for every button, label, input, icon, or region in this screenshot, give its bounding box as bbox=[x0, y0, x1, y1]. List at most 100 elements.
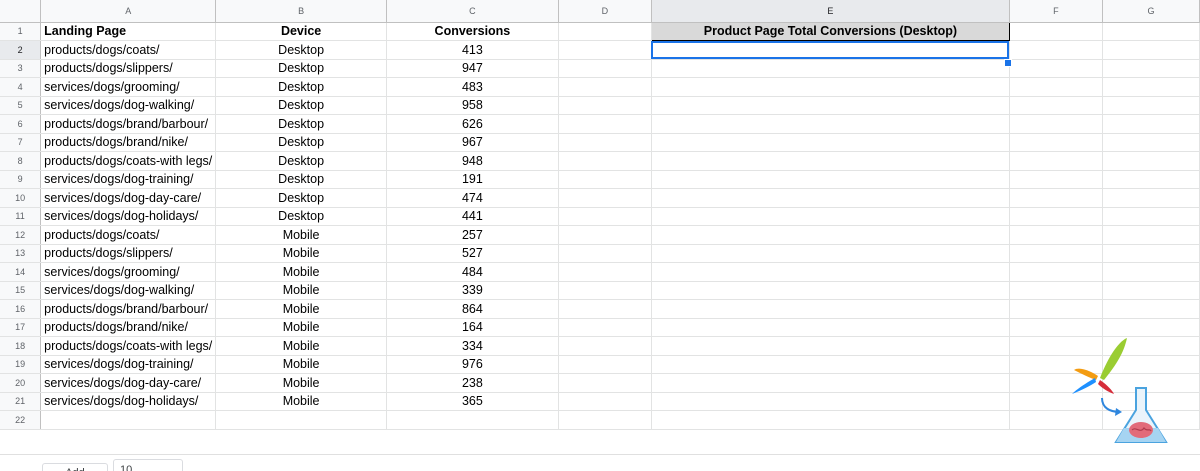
empty-cell[interactable] bbox=[651, 77, 1010, 97]
active-cell-e2[interactable] bbox=[651, 40, 1010, 60]
row-header[interactable]: 19 bbox=[0, 355, 42, 374]
landing-page-cell[interactable]: products/dogs/brand/nike/ bbox=[40, 318, 217, 337]
row-header[interactable]: 17 bbox=[0, 318, 42, 337]
empty-cell[interactable] bbox=[558, 40, 652, 60]
device-cell[interactable]: Mobile bbox=[215, 336, 387, 356]
empty-cell[interactable] bbox=[1009, 59, 1103, 78]
landing-page-cell[interactable]: services/dogs/dog-walking/ bbox=[40, 96, 217, 115]
landing-page-cell[interactable]: products/dogs/brand/barbour/ bbox=[40, 114, 217, 134]
empty-cell[interactable] bbox=[558, 170, 652, 189]
row-header[interactable]: 14 bbox=[0, 262, 42, 282]
conversions-cell[interactable]: 164 bbox=[386, 318, 559, 337]
row-header[interactable]: 10 bbox=[0, 188, 42, 208]
empty-cell[interactable] bbox=[558, 392, 652, 411]
cell-d1[interactable] bbox=[558, 22, 652, 41]
empty-cell[interactable] bbox=[558, 299, 652, 319]
row-header[interactable]: 5 bbox=[0, 96, 42, 115]
empty-cell[interactable] bbox=[1102, 244, 1200, 263]
empty-cell[interactable] bbox=[558, 151, 652, 171]
empty-cell[interactable] bbox=[558, 77, 652, 97]
empty-cell[interactable] bbox=[1102, 40, 1200, 60]
empty-cell[interactable] bbox=[651, 59, 1010, 78]
conversions-cell[interactable]: 238 bbox=[386, 373, 559, 393]
empty-cell[interactable] bbox=[1102, 59, 1200, 78]
landing-page-cell[interactable]: services/dogs/dog-day-care/ bbox=[40, 188, 217, 208]
row-header[interactable]: 15 bbox=[0, 281, 42, 300]
column-header-a[interactable]: A bbox=[40, 0, 217, 23]
empty-cell[interactable] bbox=[651, 225, 1010, 245]
landing-page-cell[interactable]: services/dogs/grooming/ bbox=[40, 262, 217, 282]
empty-cell[interactable] bbox=[215, 410, 387, 430]
device-cell[interactable]: Mobile bbox=[215, 281, 387, 300]
device-cell[interactable]: Desktop bbox=[215, 59, 387, 78]
empty-cell[interactable] bbox=[1009, 207, 1103, 226]
landing-page-cell[interactable]: services/dogs/dog-walking/ bbox=[40, 281, 217, 300]
device-cell[interactable]: Mobile bbox=[215, 262, 387, 282]
conversions-cell[interactable]: 339 bbox=[386, 281, 559, 300]
row-header[interactable]: 22 bbox=[0, 410, 42, 430]
row-header[interactable]: 16 bbox=[0, 299, 42, 319]
conversions-cell[interactable]: 864 bbox=[386, 299, 559, 319]
add-rows-button[interactable]: Add bbox=[42, 463, 108, 471]
device-cell[interactable]: Mobile bbox=[215, 299, 387, 319]
row-header[interactable]: 20 bbox=[0, 373, 42, 393]
empty-cell[interactable] bbox=[558, 207, 652, 226]
empty-cell[interactable] bbox=[651, 244, 1010, 263]
empty-cell[interactable] bbox=[651, 262, 1010, 282]
empty-cell[interactable] bbox=[1102, 207, 1200, 226]
column-header-d[interactable]: D bbox=[558, 0, 652, 23]
landing-page-cell[interactable]: products/dogs/coats/ bbox=[40, 40, 217, 60]
row-header[interactable]: 1 bbox=[0, 22, 42, 41]
empty-cell[interactable] bbox=[1009, 244, 1103, 263]
conversions-cell[interactable]: 948 bbox=[386, 151, 559, 171]
empty-cell[interactable] bbox=[651, 170, 1010, 189]
empty-cell[interactable] bbox=[651, 114, 1010, 134]
empty-cell[interactable] bbox=[1102, 281, 1200, 300]
empty-cell[interactable] bbox=[558, 59, 652, 78]
device-cell[interactable]: Desktop bbox=[215, 96, 387, 115]
empty-cell[interactable] bbox=[1009, 170, 1103, 189]
empty-cell[interactable] bbox=[651, 373, 1010, 393]
empty-cell[interactable] bbox=[558, 281, 652, 300]
landing-page-cell[interactable]: services/dogs/grooming/ bbox=[40, 77, 217, 97]
empty-cell[interactable] bbox=[558, 373, 652, 393]
row-header[interactable]: 12 bbox=[0, 225, 42, 245]
cell-c1-header[interactable]: Conversions bbox=[386, 22, 559, 41]
cell-b1-header[interactable]: Device bbox=[215, 22, 387, 41]
column-header-c[interactable]: C bbox=[386, 0, 559, 23]
empty-cell[interactable] bbox=[1102, 151, 1200, 171]
device-cell[interactable]: Desktop bbox=[215, 133, 387, 152]
empty-cell[interactable] bbox=[1102, 77, 1200, 97]
empty-cell[interactable] bbox=[651, 133, 1010, 152]
row-header[interactable]: 7 bbox=[0, 133, 42, 152]
empty-cell[interactable] bbox=[1009, 151, 1103, 171]
conversions-cell[interactable]: 191 bbox=[386, 170, 559, 189]
empty-cell[interactable] bbox=[651, 281, 1010, 300]
conversions-cell[interactable]: 413 bbox=[386, 40, 559, 60]
cell-a1-header[interactable]: Landing Page bbox=[40, 22, 217, 41]
device-cell[interactable]: Desktop bbox=[215, 170, 387, 189]
device-cell[interactable]: Desktop bbox=[215, 40, 387, 60]
empty-cell[interactable] bbox=[1009, 299, 1103, 319]
conversions-cell[interactable]: 947 bbox=[386, 59, 559, 78]
device-cell[interactable]: Mobile bbox=[215, 318, 387, 337]
landing-page-cell[interactable]: services/dogs/dog-training/ bbox=[40, 355, 217, 374]
empty-cell[interactable] bbox=[40, 410, 217, 430]
conversions-cell[interactable]: 976 bbox=[386, 355, 559, 374]
empty-cell[interactable] bbox=[1102, 299, 1200, 319]
empty-cell[interactable] bbox=[1009, 96, 1103, 115]
empty-cell[interactable] bbox=[386, 410, 559, 430]
empty-cell[interactable] bbox=[1009, 133, 1103, 152]
select-all-corner[interactable] bbox=[0, 0, 42, 23]
empty-cell[interactable] bbox=[1009, 281, 1103, 300]
device-cell[interactable]: Mobile bbox=[215, 225, 387, 245]
column-header-f[interactable]: F bbox=[1009, 0, 1103, 23]
empty-cell[interactable] bbox=[1009, 77, 1103, 97]
empty-cell[interactable] bbox=[1009, 40, 1103, 60]
landing-page-cell[interactable]: products/dogs/slippers/ bbox=[40, 59, 217, 78]
landing-page-cell[interactable]: services/dogs/dog-day-care/ bbox=[40, 373, 217, 393]
row-header[interactable]: 9 bbox=[0, 170, 42, 189]
device-cell[interactable]: Desktop bbox=[215, 188, 387, 208]
column-header-e[interactable]: E bbox=[651, 0, 1010, 23]
device-cell[interactable]: Mobile bbox=[215, 244, 387, 263]
